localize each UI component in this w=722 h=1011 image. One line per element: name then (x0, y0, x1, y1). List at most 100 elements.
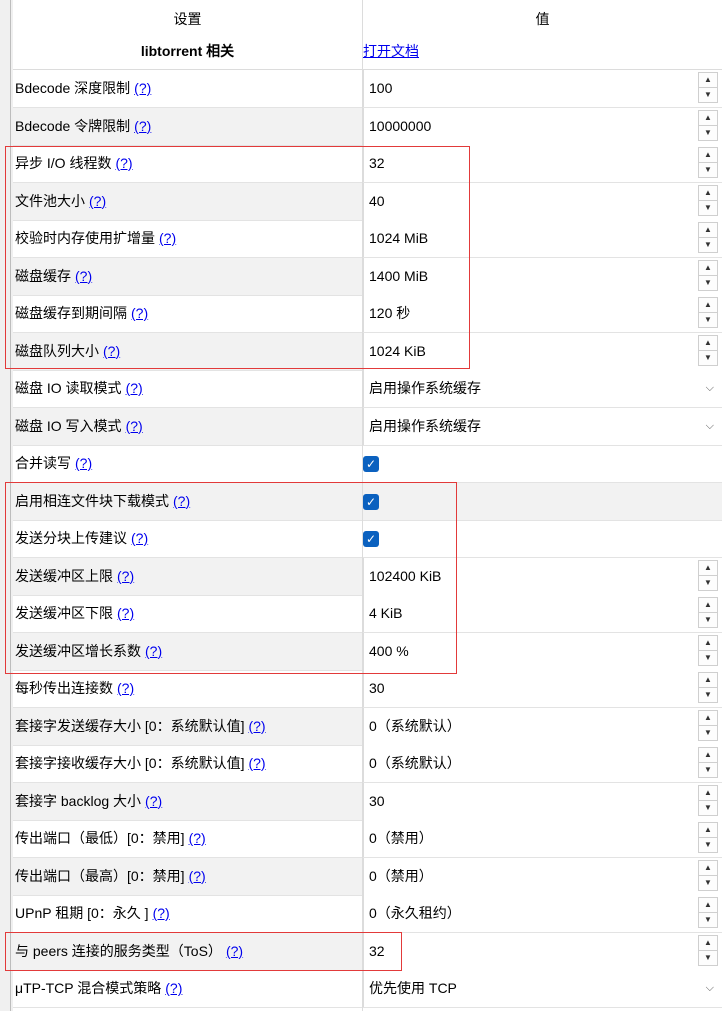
dropdown-select[interactable]: 优先使用 TCP ⌵ (363, 970, 722, 1007)
spin-up-arrow-icon[interactable]: ▲ (699, 861, 717, 876)
help-link[interactable]: (?) (131, 530, 148, 546)
help-link[interactable]: (?) (134, 118, 151, 134)
number-spinbox[interactable]: 1400 MiB ▲ ▼ (363, 257, 722, 295)
help-link[interactable]: (?) (248, 718, 265, 734)
spin-down-arrow-icon[interactable]: ▼ (699, 88, 717, 102)
help-link[interactable]: (?) (145, 793, 162, 809)
help-link[interactable]: (?) (145, 643, 162, 659)
number-spinbox[interactable]: 10000000 ▲ ▼ (363, 107, 722, 145)
dropdown-select[interactable]: 启用操作系统缓存 ⌵ (363, 407, 722, 445)
help-link[interactable]: (?) (117, 680, 134, 696)
checkbox-checked-icon[interactable]: ✓ (363, 531, 379, 547)
setting-row: 异步 I/O 线程数 (?) 32 ▲ ▼ (13, 145, 722, 183)
number-spinbox[interactable]: 120 秒 ▲ ▼ (363, 295, 722, 332)
setting-label: 传出端口（最高）[0：禁用] (?) (15, 858, 206, 895)
number-spinbox[interactable]: 102400 KiB ▲ ▼ (363, 557, 722, 595)
spin-up-arrow-icon[interactable]: ▲ (699, 298, 717, 313)
number-spinbox[interactable]: 30 ▲ ▼ (363, 782, 722, 820)
spin-down-arrow-icon[interactable]: ▼ (699, 763, 717, 777)
number-spinbox[interactable]: 0（系统默认） ▲ ▼ (363, 745, 722, 782)
spin-up-arrow-icon[interactable]: ▲ (699, 748, 717, 763)
spin-up-arrow-icon[interactable]: ▲ (699, 898, 717, 913)
help-link[interactable]: (?) (117, 568, 134, 584)
checkbox-checked-icon[interactable]: ✓ (363, 493, 379, 510)
spin-down-arrow-icon[interactable]: ▼ (699, 651, 717, 665)
spin-down-arrow-icon[interactable]: ▼ (699, 163, 717, 177)
help-link[interactable]: (?) (126, 418, 143, 434)
spin-up-arrow-icon[interactable]: ▲ (699, 223, 717, 238)
spin-up-arrow-icon[interactable]: ▲ (699, 336, 717, 351)
help-link[interactable]: (?) (189, 868, 206, 884)
number-spinbox[interactable]: 0（禁用） ▲ ▼ (363, 857, 722, 895)
spin-down-arrow-icon[interactable]: ▼ (699, 876, 717, 890)
spin-up-arrow-icon[interactable]: ▲ (699, 711, 717, 726)
spin-down-arrow-icon[interactable]: ▼ (699, 838, 717, 852)
spin-down-arrow-icon[interactable]: ▼ (699, 313, 717, 327)
spin-down-arrow-icon[interactable]: ▼ (699, 913, 717, 927)
help-link[interactable]: (?) (226, 943, 243, 959)
number-spinbox[interactable]: 1024 KiB ▲ ▼ (363, 332, 722, 370)
spin-down-arrow-icon[interactable]: ▼ (699, 351, 717, 365)
spin-down-arrow-icon[interactable]: ▼ (699, 276, 717, 290)
spin-up-arrow-icon[interactable]: ▲ (699, 261, 717, 276)
checkbox-checked-icon[interactable]: ✓ (363, 456, 379, 472)
number-spinbox[interactable]: 0（系统默认） ▲ ▼ (363, 707, 722, 745)
chevron-down-icon[interactable]: ⌵ (706, 408, 714, 445)
spin-up-arrow-icon[interactable]: ▲ (699, 636, 717, 651)
number-spinbox[interactable]: 32 ▲ ▼ (363, 145, 722, 182)
number-spinbox[interactable]: 30 ▲ ▼ (363, 670, 722, 707)
help-link[interactable]: (?) (75, 455, 92, 471)
dropdown-select[interactable]: 启用操作系统缓存 ⌵ (363, 370, 722, 407)
spin-down-arrow-icon[interactable]: ▼ (699, 126, 717, 140)
spin-up-arrow-icon[interactable]: ▲ (699, 186, 717, 201)
help-link[interactable]: (?) (131, 305, 148, 321)
spin-up-arrow-icon[interactable]: ▲ (699, 561, 717, 576)
spin-down-arrow-icon[interactable]: ▼ (699, 801, 717, 815)
help-link[interactable]: (?) (89, 193, 106, 209)
help-link[interactable]: (?) (173, 493, 190, 509)
spin-up-arrow-icon[interactable]: ▲ (699, 598, 717, 613)
setting-label-text: Bdecode 深度限制 (15, 80, 131, 96)
number-spinbox[interactable]: 32 ▲ ▼ (363, 932, 722, 970)
help-link[interactable]: (?) (117, 605, 134, 621)
spin-down-arrow-icon[interactable]: ▼ (699, 238, 717, 252)
help-link[interactable]: (?) (75, 268, 92, 284)
help-link[interactable]: (?) (159, 230, 176, 246)
number-spinbox[interactable]: 1024 MiB ▲ ▼ (363, 220, 722, 257)
setting-label: Bdecode 令牌限制 (?) (15, 108, 151, 145)
number-spinbox[interactable]: 400 % ▲ ▼ (363, 632, 722, 670)
spin-down-arrow-icon[interactable]: ▼ (699, 613, 717, 627)
help-link[interactable]: (?) (189, 830, 206, 846)
help-link[interactable]: (?) (153, 905, 170, 921)
number-spinbox[interactable]: 4 KiB ▲ ▼ (363, 595, 722, 632)
spin-up-arrow-icon[interactable]: ▲ (699, 786, 717, 801)
spin-down-arrow-icon[interactable]: ▼ (699, 688, 717, 702)
setting-label-text: 发送缓冲区上限 (15, 567, 113, 584)
spin-up-arrow-icon[interactable]: ▲ (699, 73, 717, 88)
help-link[interactable]: (?) (103, 343, 120, 359)
spin-down-arrow-icon[interactable]: ▼ (699, 201, 717, 215)
spin-up-arrow-icon[interactable]: ▲ (699, 823, 717, 838)
spin-down-arrow-icon[interactable]: ▼ (699, 726, 717, 740)
spin-down-arrow-icon[interactable]: ▼ (699, 951, 717, 965)
help-link[interactable]: (?) (115, 155, 132, 171)
chevron-down-icon[interactable]: ⌵ (706, 370, 714, 407)
help-link[interactable]: (?) (126, 380, 143, 396)
number-spinbox[interactable]: 100 ▲ ▼ (363, 70, 722, 107)
number-spinbox[interactable]: 0（永久租约） ▲ ▼ (363, 895, 722, 932)
help-link[interactable]: (?) (248, 755, 265, 771)
spin-up-arrow-icon[interactable]: ▲ (699, 936, 717, 951)
setting-label: 异步 I/O 线程数 (?) (15, 145, 133, 182)
open-docs-link[interactable]: 打开文档 (363, 41, 419, 61)
spin-up-arrow-icon[interactable]: ▲ (699, 148, 717, 163)
chevron-down-icon[interactable]: ⌵ (706, 970, 714, 1007)
setting-label-text: 套接字发送缓存大小 [0：系统默认值] (15, 717, 245, 734)
number-spinbox[interactable]: 0（禁用） ▲ ▼ (363, 820, 722, 857)
setting-row: 套接字 backlog 大小 (?) 30 ▲ ▼ (13, 782, 722, 821)
help-link[interactable]: (?) (134, 80, 151, 96)
number-spinbox[interactable]: 40 ▲ ▼ (363, 182, 722, 220)
spin-up-arrow-icon[interactable]: ▲ (699, 111, 717, 126)
spin-up-arrow-icon[interactable]: ▲ (699, 673, 717, 688)
help-link[interactable]: (?) (165, 980, 182, 996)
spin-down-arrow-icon[interactable]: ▼ (699, 576, 717, 590)
